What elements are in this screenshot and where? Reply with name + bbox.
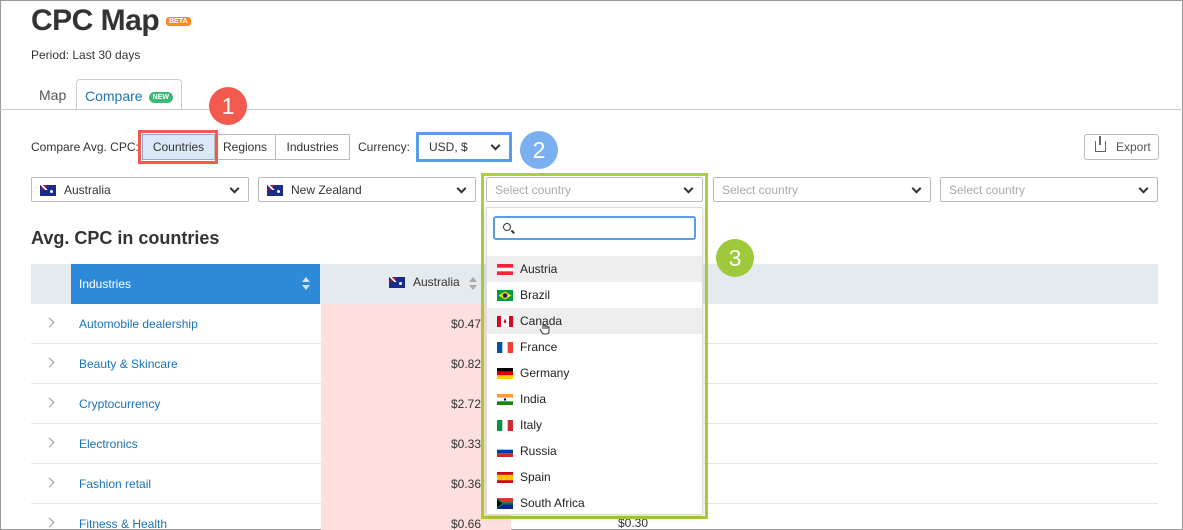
russia-flag-icon xyxy=(497,446,513,457)
tabs-divider xyxy=(0,109,1183,110)
country-dropdown: Austria Brazil Canada France Germany Ind… xyxy=(486,207,703,515)
country-select-4[interactable]: Select country xyxy=(713,177,931,202)
south-africa-flag-icon xyxy=(497,498,513,509)
chevron-down-icon xyxy=(229,183,240,194)
search-icon xyxy=(503,223,511,231)
cpc-value: $0.33 xyxy=(450,437,481,451)
country-option-label: Spain xyxy=(520,470,551,484)
country-option-austria[interactable]: Austria xyxy=(487,256,702,282)
country-option-label: India xyxy=(520,392,547,406)
industry-link[interactable]: Fashion retail xyxy=(79,477,151,491)
india-flag-icon xyxy=(497,394,513,405)
industry-link[interactable]: Automobile dealership xyxy=(79,317,198,331)
country-select-5-placeholder: Select country xyxy=(949,183,1026,197)
annotation-number-2: 2 xyxy=(520,131,558,169)
column-header-australia-label: Australia xyxy=(413,275,460,289)
chevron-down-icon xyxy=(911,183,922,194)
tab-compare-label: Compare xyxy=(85,88,143,104)
period-text: Period: Last 30 days xyxy=(31,48,141,62)
chevron-down-icon xyxy=(456,183,467,194)
new-badge: NEW xyxy=(148,92,173,103)
currency-select[interactable]: USD, $ xyxy=(416,132,512,162)
cpc-value: $0.82 xyxy=(450,357,481,371)
country-option-france[interactable]: France xyxy=(487,334,702,360)
country-option-russia[interactable]: Russia xyxy=(487,438,702,464)
country-option-label: South Africa xyxy=(520,496,585,510)
segment-industries[interactable]: Industries xyxy=(275,134,350,160)
compare-label: Compare Avg. CPC: xyxy=(31,140,139,154)
chevron-down-icon xyxy=(490,140,501,151)
industry-link[interactable]: Beauty & Skincare xyxy=(79,357,178,371)
table-heading: Avg. CPC in countries xyxy=(31,228,220,248)
france-flag-icon xyxy=(497,342,513,353)
country-option-spain[interactable]: Spain xyxy=(487,464,702,490)
export-button[interactable]: Export xyxy=(1084,134,1159,160)
chevron-right-icon[interactable] xyxy=(44,357,55,368)
country-option-italy[interactable]: Italy xyxy=(487,412,702,438)
country-select-1-value: Australia xyxy=(64,183,111,197)
column-header-industries[interactable]: Industries xyxy=(71,264,320,304)
country-option-brazil[interactable]: Brazil xyxy=(487,282,702,308)
annotation-number-1: 1 xyxy=(209,87,247,125)
tab-map[interactable]: Map xyxy=(39,87,66,103)
export-label: Export xyxy=(1116,140,1151,154)
australia-flag-icon xyxy=(389,277,405,288)
annotation-highlight-red xyxy=(138,130,218,164)
new-zealand-flag-icon xyxy=(267,185,283,196)
country-option-label: Germany xyxy=(520,366,570,380)
brazil-flag-icon xyxy=(497,290,513,301)
austria-flag-icon xyxy=(497,264,513,275)
cpc-value: $0.47 xyxy=(450,317,481,331)
country-search-input[interactable] xyxy=(493,216,696,240)
country-option-india[interactable]: India xyxy=(487,386,702,412)
industry-link[interactable]: Electronics xyxy=(79,437,138,451)
country-select-1[interactable]: Australia xyxy=(31,177,249,202)
country-option-canada[interactable]: Canada xyxy=(487,308,702,335)
country-option-label: Brazil xyxy=(520,288,551,302)
currency-value: USD, $ xyxy=(429,140,468,154)
chevron-right-icon[interactable] xyxy=(44,477,55,488)
sort-icon xyxy=(301,277,311,291)
tab-compare[interactable]: Compare NEW xyxy=(76,79,182,110)
country-option-label: Russia xyxy=(520,444,557,458)
spain-flag-icon xyxy=(497,472,513,483)
column-header-industries-label: Industries xyxy=(79,277,132,291)
italy-flag-icon xyxy=(497,420,513,431)
country-list: Austria Brazil Canada France Germany Ind… xyxy=(487,256,702,516)
country-select-2[interactable]: New Zealand xyxy=(258,177,476,202)
currency-label: Currency: xyxy=(358,140,411,154)
sort-icon[interactable] xyxy=(468,277,478,291)
cpc-value: $0.66 xyxy=(450,517,481,530)
page-title: CPC Map xyxy=(31,4,160,37)
canada-flag-icon xyxy=(497,316,513,327)
country-option-label: France xyxy=(520,340,558,354)
chevron-down-icon xyxy=(1138,183,1149,194)
industry-link[interactable]: Cryptocurrency xyxy=(79,397,160,411)
germany-flag-icon xyxy=(497,368,513,379)
country-option-label: Italy xyxy=(520,418,543,432)
country-option-south-africa[interactable]: South Africa xyxy=(487,490,702,516)
country-option-label: Austria xyxy=(520,262,558,276)
industry-link[interactable]: Fitness & Health xyxy=(79,517,167,530)
chevron-right-icon[interactable] xyxy=(44,437,55,448)
beta-badge: BETA xyxy=(166,17,191,26)
column-header-australia[interactable]: Australia xyxy=(389,275,460,289)
chevron-right-icon[interactable] xyxy=(44,397,55,408)
chevron-right-icon[interactable] xyxy=(44,317,55,328)
cpc-value: $2.72 xyxy=(450,397,481,411)
cpc-value: $0.36 xyxy=(450,477,481,491)
country-option-germany[interactable]: Germany xyxy=(487,360,702,386)
segment-regions[interactable]: Regions xyxy=(214,134,276,160)
export-icon xyxy=(1095,136,1106,152)
hand-cursor-icon xyxy=(539,322,550,335)
country-select-5[interactable]: Select country xyxy=(940,177,1158,202)
country-select-2-value: New Zealand xyxy=(291,183,362,197)
chevron-right-icon[interactable] xyxy=(44,517,55,528)
australia-flag-icon xyxy=(40,185,56,196)
annotation-number-3: 3 xyxy=(716,239,754,277)
country-select-4-placeholder: Select country xyxy=(722,183,799,197)
